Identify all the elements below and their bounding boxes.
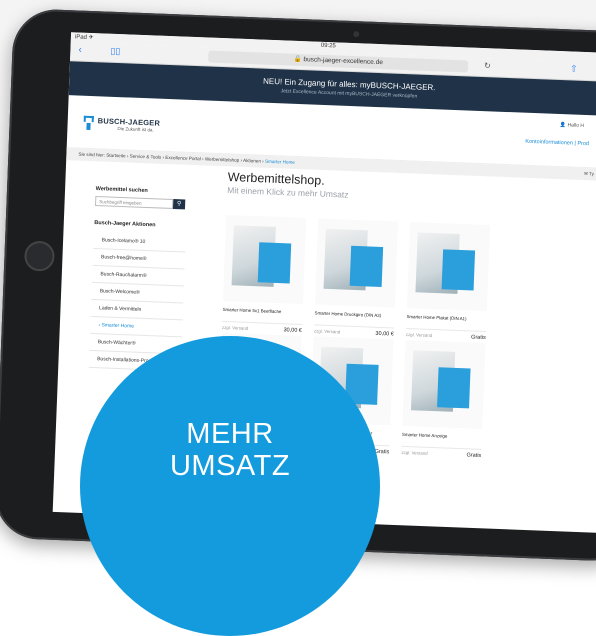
product-image[interactable] <box>406 222 491 312</box>
price-note: zzgl. Versand <box>405 331 433 338</box>
price-note: zzgl. Versand <box>401 449 428 456</box>
product-grid: Smarter Home 5x1 Beetflache zzgl. Versand… <box>217 214 556 459</box>
search-form: Suchbegriff eingeben ⚲ <box>95 195 187 210</box>
product-price: Gratis <box>466 452 482 459</box>
url-text: busch-jaeger-excellence.de <box>303 56 384 67</box>
promo-circle <box>80 336 380 636</box>
product-panel <box>257 242 292 284</box>
promo-line-2: UMSATZ <box>169 450 291 482</box>
product-card[interactable]: Smarter Home Anzeige zzgl. Versand Gratis <box>401 339 486 459</box>
search-input[interactable]: Suchbegriff eingeben <box>95 195 174 209</box>
sidebar: Werbemittel suchen Suchbegriff eingeben … <box>88 180 188 372</box>
chevron-left-icon[interactable]: ‹ <box>78 45 82 56</box>
product-panel <box>349 245 384 287</box>
price-note: zzgl. Versand <box>313 328 341 335</box>
clock: 09:25 <box>320 42 336 50</box>
brand-tagline: Die Zukunft ist da. <box>117 126 154 133</box>
product-price: Gratis <box>470 334 486 342</box>
header-links[interactable]: Kontoinformationen | Prod <box>525 139 589 147</box>
share-icon[interactable]: ⇧ <box>570 63 578 74</box>
product-card[interactable]: Smarter Home Druckgiro (DIN A3) zzgl. Ver… <box>313 218 399 338</box>
product-image[interactable] <box>402 339 486 429</box>
product-price: 30,00 € <box>283 327 302 334</box>
sidebar-section-title: Busch-Jaeger Aktionen <box>94 219 156 229</box>
logo-icon <box>83 116 94 130</box>
product-image[interactable] <box>314 218 399 308</box>
product-price: 30,00 € <box>375 330 394 338</box>
brand-logo[interactable]: BUSCH-JAEGER Die Zukunft ist da. <box>83 116 161 133</box>
promo-text: MEHR UMSATZ <box>80 418 380 482</box>
product-card[interactable]: Smarter Home 5x1 Beetflache zzgl. Versand… <box>221 214 307 334</box>
search-icon[interactable]: ⚲ <box>172 198 186 210</box>
user-name: Hallo H <box>567 122 585 129</box>
book-icon[interactable]: ▯▯ <box>110 46 120 57</box>
price-note: zzgl. Versand <box>221 324 249 331</box>
contact-link[interactable]: ✉ Ty <box>584 168 594 180</box>
product-image[interactable] <box>222 214 307 304</box>
breadcrumb-current: Smarter Home <box>264 158 295 165</box>
user-greeting[interactable]: 👤 Hallo H <box>560 122 584 129</box>
product-panel <box>441 249 476 291</box>
lock-icon: 🔒 <box>293 55 304 64</box>
product-panel <box>437 367 471 409</box>
product-card[interactable]: Smarter Home Plakat (DIN A1) zzgl. Versan… <box>405 222 491 342</box>
carrier-label: iPad ✈ <box>74 34 94 42</box>
promo-line-1: MEHR <box>186 418 274 450</box>
reload-icon[interactable]: ↻ <box>484 61 491 70</box>
